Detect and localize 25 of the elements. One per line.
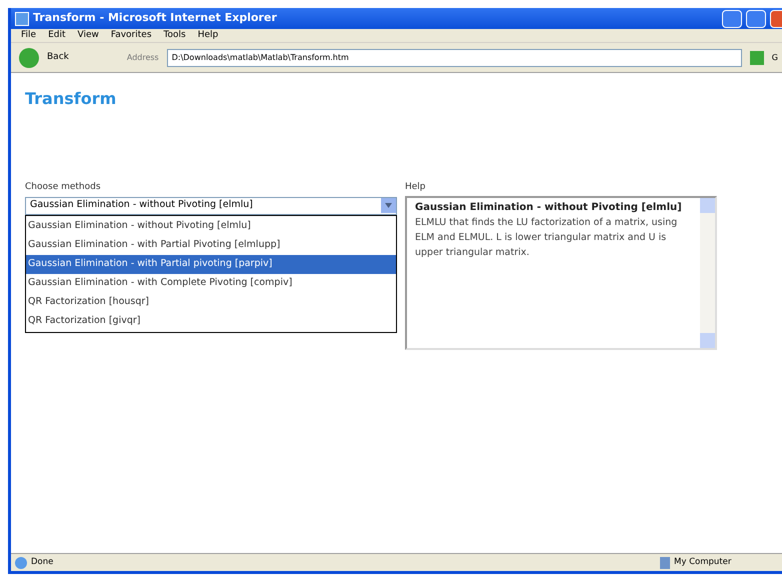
address-label: Address (126, 52, 159, 64)
field-label: Choose methods (25, 181, 102, 194)
zone-text: My Computer (674, 556, 732, 569)
dropdown-option[interactable]: Gaussian Elimination - with Partial pivoting [parpiv] (26, 254, 396, 274)
address-field[interactable]: D:\Downloads\matlab\Matlab\Transform.htm (166, 48, 742, 66)
dropdown-option[interactable]: QR Factorization [givqr] (26, 312, 396, 330)
help-title: Gaussian Elimination - without Pivoting [elmlu] (415, 200, 683, 214)
dropdown-option[interactable]: QR Factorization [housqr] (26, 292, 396, 312)
menu-item[interactable]: Tools (164, 28, 186, 42)
menu-item[interactable]: Favorites (110, 28, 152, 42)
field-label: Help (405, 181, 427, 194)
methods-dropdown[interactable]: Gaussian Elimination - without Pivoting [elmlu] (25, 196, 397, 214)
menu-item[interactable]: Help (198, 28, 218, 42)
menu-item[interactable]: Edit (48, 28, 66, 42)
dropdown-option[interactable]: Gaussian Elimination - without Pivoting [elmlu] (26, 216, 396, 236)
page-heading: Transform (25, 88, 118, 110)
status-text: Done (31, 556, 54, 569)
dropdown-option[interactable]: Gaussian Elimination - with Partial Pivoting [elmlupp] (26, 236, 396, 254)
menu-item[interactable]: View (78, 28, 99, 42)
back-label[interactable]: Back (47, 50, 69, 64)
window-title: Transform - Microsoft Internet Explorer (33, 10, 278, 26)
menu-item[interactable]: File (21, 28, 36, 42)
go-label[interactable]: G (772, 52, 780, 64)
help-text: ELMLU that finds the LU factorization of a matrix, using ELM and ELMUL. L is lower triangular matrix and U is upper triangular matrix. (415, 216, 678, 260)
dropdown-option[interactable]: Gaussian Elimination - with Complete Pivoting [compiv] (26, 274, 396, 292)
